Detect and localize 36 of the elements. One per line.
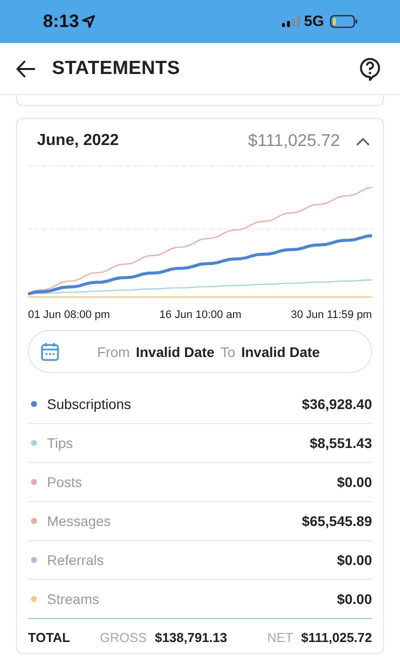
clock-time: 8:13 (43, 11, 80, 32)
gross-amount: $138,791.13 (154, 630, 228, 644)
to-date: Invalid Date (241, 344, 320, 360)
month-amount: $111,025.72 (248, 131, 340, 151)
network-label: 5G (304, 13, 324, 30)
axis-label: 30 Jun 11:59 pm (290, 309, 372, 321)
signal-icon (282, 16, 300, 27)
category-amount: $0.00 (336, 552, 372, 568)
category-name[interactable]: Referrals (47, 552, 337, 568)
gross-label: GROSS (100, 630, 147, 644)
net-amount: $111,025.72 (301, 630, 372, 644)
month-label: June, 2022 (37, 132, 120, 150)
date-range-picker[interactable]: From Invalid Date To Invalid Date (28, 330, 372, 373)
collapse-button[interactable] (356, 136, 370, 146)
axis-label: 01 Jun 08:00 pm (28, 309, 110, 321)
from-label: From (97, 344, 130, 360)
back-button[interactable] (14, 58, 38, 80)
calendar-icon (40, 342, 60, 362)
category-name[interactable]: Messages (47, 513, 302, 529)
category-name[interactable]: Tips (47, 435, 310, 451)
category-name[interactable]: Posts (47, 474, 337, 490)
category-amount: $0.00 (336, 474, 372, 490)
to-label: To (220, 344, 236, 360)
category-amount: $36,928.40 (302, 396, 372, 412)
page-title: STATEMENTS (52, 58, 181, 80)
total-label: TOTAL (28, 630, 72, 644)
axis-label: 16 Jun 10:00 am (159, 309, 242, 321)
net-label: NET (267, 630, 294, 644)
category-name[interactable]: Subscriptions (47, 396, 302, 412)
category-amount: $0.00 (336, 591, 372, 607)
from-date: Invalid Date (136, 344, 214, 360)
category-amount: $8,551.43 (310, 435, 372, 451)
battery-icon (330, 15, 358, 28)
location-arrow-icon (82, 15, 96, 28)
category-amount: $65,545.89 (302, 513, 372, 529)
category-name[interactable]: Streams (47, 591, 337, 607)
